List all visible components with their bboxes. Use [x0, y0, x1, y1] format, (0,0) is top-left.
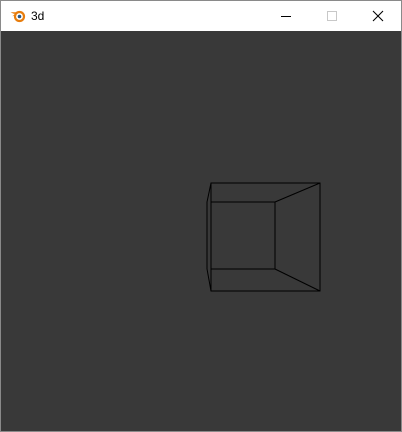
cube-edge-bottom-right	[274, 268, 321, 292]
cube-back-face	[210, 201, 276, 270]
maximize-button[interactable]	[309, 1, 355, 31]
minimize-button[interactable]	[263, 1, 309, 31]
app-logo-icon	[10, 10, 26, 23]
cube-front-face	[210, 182, 321, 292]
maximize-icon	[327, 11, 337, 21]
cube-left-face	[206, 182, 212, 292]
cube-edge-top-right	[274, 182, 321, 203]
wireframe-cube	[206, 182, 321, 292]
close-icon	[372, 10, 384, 22]
render-viewport[interactable]	[1, 31, 401, 431]
minimize-icon	[281, 16, 291, 17]
close-button[interactable]	[355, 1, 401, 31]
window-title: 3d	[31, 9, 45, 23]
title-bar[interactable]: 3d	[1, 1, 401, 31]
app-window: 3d	[0, 0, 402, 432]
